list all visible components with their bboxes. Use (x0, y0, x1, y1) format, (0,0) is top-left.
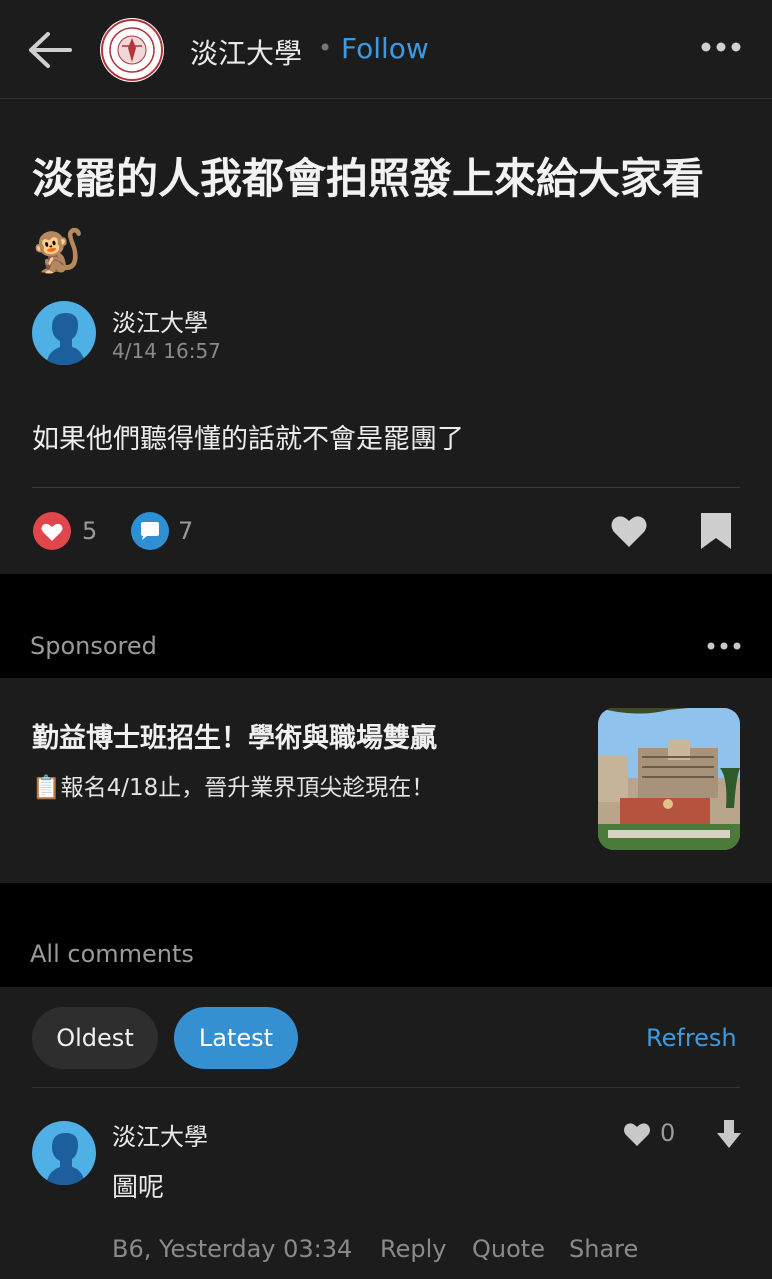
downvote-icon[interactable] (716, 1119, 742, 1149)
like-count: 5 (82, 517, 98, 545)
seal-image (101, 19, 163, 81)
comment-count: 7 (178, 517, 194, 545)
quote-button[interactable]: Quote (472, 1235, 545, 1263)
like-outline-icon[interactable] (622, 1121, 652, 1147)
like-outline-icon[interactable] (608, 511, 650, 551)
more-icon[interactable] (700, 30, 742, 64)
more-icon[interactable] (706, 634, 742, 658)
reply-button[interactable]: Reply (380, 1235, 446, 1263)
follow-button[interactable]: Follow (341, 32, 429, 65)
divider (32, 1087, 740, 1088)
comment-meta: B6, Yesterday 03:34 (112, 1235, 353, 1263)
post-body: 如果他們聽得懂的話就不會是罷團了 (32, 424, 464, 455)
ad-image[interactable] (598, 708, 740, 850)
post-card: 淡罷的人我都會拍照發上來給大家看🐒 淡江大學 4/14 16:57 如果他們聽得… (0, 99, 772, 574)
ad-title[interactable]: 勤益博士班招生！學術與職場雙贏 (32, 716, 437, 755)
divider (32, 487, 740, 488)
ad-card[interactable]: 勤益博士班招生！學術與職場雙贏 📋報名4/18止，晉升業界頂尖趁現在！ (0, 678, 772, 883)
back-arrow-icon[interactable] (26, 30, 72, 70)
campus-photo (598, 708, 740, 850)
heart-icon[interactable] (32, 511, 72, 551)
separator-dot: • (318, 34, 333, 62)
all-comments-label: All comments (30, 940, 194, 968)
avatar[interactable] (32, 301, 96, 365)
comment-text: 圖呢 (112, 1173, 165, 1203)
comment-like-count: 0 (660, 1119, 676, 1147)
sort-oldest-button[interactable]: Oldest (32, 1007, 158, 1069)
board-name[interactable]: 淡江大學 (190, 32, 302, 72)
post-author[interactable]: 淡江大學 (112, 303, 208, 338)
share-button[interactable]: Share (569, 1235, 638, 1263)
post-time: 4/14 16:57 (112, 339, 221, 363)
comment-icon[interactable] (130, 511, 170, 551)
post-title: 淡罷的人我都會拍照發上來給大家看🐒 (32, 154, 705, 275)
top-bar: 淡江大學 • Follow (0, 0, 772, 99)
comments-panel: Oldest Latest Refresh 淡江大學 圖呢 0 B6, Yest… (0, 987, 772, 1279)
board-logo[interactable] (100, 18, 164, 82)
avatar-silhouette-icon (46, 1133, 86, 1185)
avatar-silhouette-icon (46, 313, 86, 365)
sort-latest-button[interactable]: Latest (174, 1007, 298, 1069)
comment-author[interactable]: 淡江大學 (112, 1117, 208, 1152)
avatar[interactable] (32, 1121, 96, 1185)
ad-subtitle: 📋報名4/18止，晉升業界頂尖趁現在！ (32, 775, 435, 801)
sponsored-label: Sponsored (30, 632, 157, 660)
refresh-button[interactable]: Refresh (646, 1024, 737, 1052)
bookmark-icon[interactable] (700, 511, 732, 551)
